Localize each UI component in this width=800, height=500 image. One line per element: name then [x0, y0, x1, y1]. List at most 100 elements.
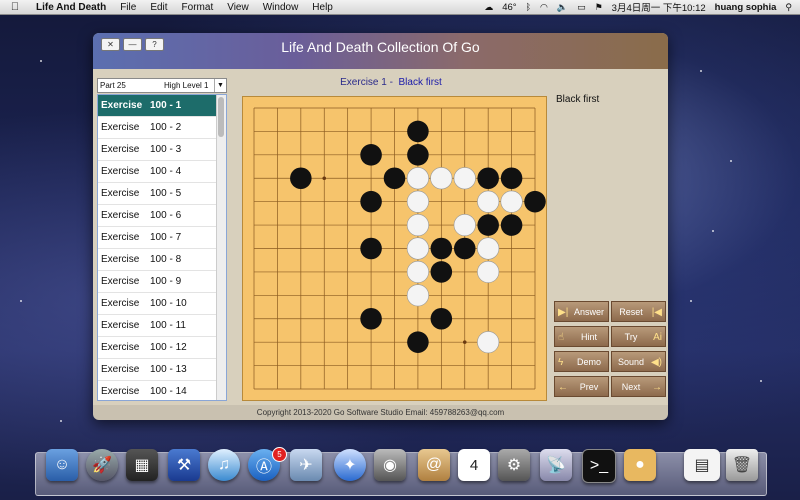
date-time[interactable]: 3月4日周一 下午10:12	[612, 0, 706, 14]
part-level-select[interactable]: Part 25 High Level 1 ▼	[97, 78, 227, 93]
menu-app-name[interactable]: Life And Death	[36, 2, 106, 13]
white-stone	[406, 190, 429, 213]
scrollbar-thumb[interactable]	[218, 97, 224, 137]
list-item[interactable]: Exercise 100 - 2	[98, 117, 226, 139]
list-item-number: 100 - 12	[150, 342, 187, 353]
system-preferences-icon[interactable]: ⚙	[498, 449, 530, 481]
white-stone	[430, 167, 453, 190]
list-item[interactable]: Exercise 100 - 12	[98, 337, 226, 359]
list-item-number: 100 - 4	[150, 166, 182, 177]
itunes-icon[interactable]: ♫	[208, 449, 240, 481]
lightning-icon: ϟ	[558, 357, 564, 368]
list-item[interactable]: Exercise 100 - 1	[98, 95, 226, 117]
list-item-number: 100 - 2	[150, 122, 182, 133]
black-stone	[360, 307, 382, 330]
black-stone	[360, 144, 382, 166]
white-stone	[406, 167, 429, 190]
trash-icon[interactable]: 🗑	[726, 449, 758, 481]
copyright-text: Copyright 2013-2020 Go Software Studio E…	[256, 408, 505, 417]
go-board-svg[interactable]	[243, 97, 546, 400]
black-stone	[407, 144, 429, 166]
go-board[interactable]	[242, 96, 547, 401]
reset-icon: |◀	[651, 307, 662, 318]
black-stone	[360, 190, 382, 213]
volume-icon[interactable]: 🔈	[557, 2, 568, 13]
list-item-number: 100 - 10	[150, 298, 187, 309]
list-item-label: Exercise	[101, 342, 140, 353]
black-stone	[477, 214, 499, 236]
exercise-list[interactable]: Exercise 100 - 1 Exercise 100 - 2 Exercise 10…	[97, 94, 227, 401]
menu-file[interactable]: File	[120, 2, 136, 13]
list-item-number: 100 - 8	[150, 254, 182, 265]
document-icon[interactable]: ▤	[684, 449, 720, 481]
black-stone	[407, 120, 429, 143]
go-app-icon[interactable]: ●	[624, 449, 656, 481]
list-item[interactable]: Exercise 100 - 9	[98, 271, 226, 293]
list-item[interactable]: Exercise 100 - 6	[98, 205, 226, 227]
list-item[interactable]: Exercise 100 - 3	[98, 139, 226, 161]
menu-help[interactable]: Help	[312, 2, 333, 13]
temperature: 46°	[502, 1, 517, 13]
app-window: ✕ — ? Life And Death Collection Of Go Pa…	[93, 33, 668, 420]
arrow-left-icon: ←	[558, 382, 568, 393]
menu-edit[interactable]: Edit	[150, 2, 167, 13]
sound-button[interactable]: Sound ◀)	[611, 351, 666, 372]
black-stone	[453, 237, 476, 260]
battery-icon[interactable]: ▭	[577, 2, 586, 13]
list-item[interactable]: Exercise 100 - 10	[98, 293, 226, 315]
list-item-label: Exercise	[101, 364, 140, 375]
title-bar[interactable]: ✕ — ? Life And Death Collection Of Go	[93, 33, 668, 69]
contacts-icon[interactable]: @	[418, 449, 450, 481]
chevron-down-icon[interactable]: ▼	[214, 79, 226, 92]
mission-control-icon[interactable]: ▦	[126, 449, 158, 481]
apple-icon[interactable]: 	[8, 1, 22, 13]
list-item[interactable]: Exercise 100 - 8	[98, 249, 226, 271]
safari-icon[interactable]: ✦	[334, 449, 366, 481]
network-utility-icon[interactable]: 📡	[540, 449, 572, 481]
list-item-number: 100 - 5	[150, 188, 182, 199]
terminal-icon[interactable]: >_	[582, 449, 616, 483]
hint-icon: ☝	[558, 332, 565, 343]
white-stone	[453, 214, 476, 237]
wifi-icon[interactable]: ◠	[540, 2, 548, 13]
white-stone	[406, 237, 429, 260]
list-item[interactable]: Exercise 100 - 13	[98, 359, 226, 381]
calendar-icon[interactable]: 4	[458, 449, 490, 481]
white-stone	[406, 284, 429, 307]
list-item[interactable]: Exercise 100 - 7	[98, 227, 226, 249]
list-item[interactable]: Exercise 100 - 4	[98, 161, 226, 183]
answer-button[interactable]: ▶| Answer	[554, 301, 609, 322]
next-button[interactable]: Next →	[611, 376, 666, 397]
black-stone	[430, 237, 453, 260]
demo-button[interactable]: ϟ Demo	[554, 351, 609, 372]
facetime-icon[interactable]: ◉	[374, 449, 406, 481]
hint-button[interactable]: ☝ Hint	[554, 326, 609, 347]
list-item-number: 100 - 9	[150, 276, 182, 287]
finder-icon[interactable]: ☺	[46, 449, 78, 481]
list-scrollbar[interactable]	[216, 95, 226, 400]
try-icon: Ai	[653, 332, 662, 343]
list-item[interactable]: Exercise 100 - 11	[98, 315, 226, 337]
list-item[interactable]: Exercise 100 - 5	[98, 183, 226, 205]
arrow-right-icon: →	[652, 382, 662, 393]
user-name[interactable]: huang sophia	[715, 2, 777, 13]
white-stone	[477, 260, 500, 283]
launchpad-icon[interactable]: 🚀	[86, 449, 118, 481]
flag-icon[interactable]: ⚑	[595, 2, 603, 13]
list-item[interactable]: Exercise 100 - 14	[98, 381, 226, 400]
list-item-number: 100 - 7	[150, 232, 182, 243]
bluetooth-icon[interactable]: ᛒ	[526, 2, 531, 12]
prev-button[interactable]: ← Prev	[554, 376, 609, 397]
reset-button[interactable]: Reset |◀	[611, 301, 666, 322]
spotlight-search-icon[interactable]: ⚲	[785, 2, 792, 13]
list-item-label: Exercise	[101, 254, 140, 265]
weather-icon[interactable]: ☁	[484, 2, 493, 13]
xcode-icon[interactable]: ⚒	[168, 449, 200, 481]
menu-format[interactable]: Format	[182, 2, 214, 13]
black-stone	[477, 167, 499, 190]
mail-bird-icon[interactable]: ✈	[290, 449, 322, 481]
try-button[interactable]: Try Ai	[611, 326, 666, 347]
menu-window[interactable]: Window	[263, 2, 299, 13]
answer-icon: ▶|	[558, 307, 569, 318]
menu-view[interactable]: View	[227, 2, 249, 13]
